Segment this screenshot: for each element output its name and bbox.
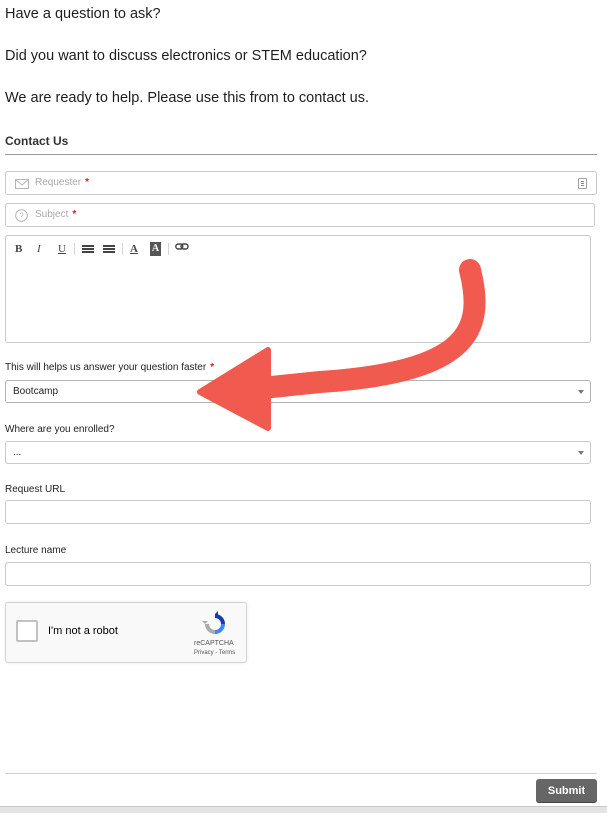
bold-button[interactable]: B (15, 242, 22, 256)
request-url-label: Request URL (5, 484, 66, 495)
chevron-down-icon (578, 390, 584, 394)
recaptcha-label: I'm not a robot (48, 625, 118, 637)
recaptcha-links[interactable]: Privacy - Terms (194, 650, 235, 656)
background-color-button[interactable]: A (150, 242, 161, 256)
link-icon[interactable] (175, 242, 189, 256)
text-color-button[interactable]: A (130, 242, 138, 256)
requester-placeholder: Requester * (35, 177, 90, 188)
contact-card-icon[interactable] (578, 178, 587, 189)
lecture-name-input[interactable] (5, 562, 591, 586)
envelope-icon (15, 177, 29, 191)
subject-placeholder: Subject * (35, 209, 77, 220)
help-dropdown-value: Bootcamp (13, 386, 59, 397)
subject-field[interactable]: ? Subject * (5, 203, 595, 227)
question-circle-icon: ? (15, 209, 29, 223)
recaptcha-widget: I'm not a robot reCAPTCHA Privacy - Term… (5, 602, 247, 663)
underline-button[interactable]: U (58, 242, 66, 256)
recaptcha-logo-icon (202, 611, 228, 637)
request-url-input[interactable] (5, 500, 591, 524)
bulleted-list-icon[interactable] (82, 242, 94, 256)
italic-button[interactable]: I (37, 242, 41, 256)
help-field-label: This will helps us answer your question … (5, 362, 215, 373)
submit-button[interactable]: Submit (536, 779, 597, 802)
numbered-list-icon[interactable] (103, 242, 115, 256)
footer-divider (5, 773, 597, 774)
chevron-down-icon (578, 451, 584, 455)
intro-text-2: Did you want to discuss electronics or S… (5, 48, 367, 64)
intro-text-3: We are ready to help. Please use this fr… (5, 90, 370, 106)
section-title: Contact Us (5, 134, 69, 148)
enrolled-field-label: Where are you enrolled? (5, 424, 115, 435)
toolbar-separator (74, 243, 75, 255)
help-dropdown[interactable]: Bootcamp (5, 380, 591, 403)
lecture-name-label: Lecture name (5, 545, 67, 556)
annotation-arrow (197, 259, 486, 431)
intro-text-1: Have a question to ask? (5, 6, 161, 22)
section-divider (5, 154, 597, 155)
recaptcha-checkbox[interactable] (16, 620, 38, 642)
requester-field[interactable]: Requester * (5, 171, 597, 195)
description-editor[interactable]: B I U A A (5, 235, 591, 343)
enrolled-dropdown-value: ... (13, 447, 22, 458)
svg-text:?: ? (19, 212, 24, 221)
enrolled-dropdown[interactable]: ... (5, 441, 591, 464)
recaptcha-brand: reCAPTCHA (194, 640, 234, 647)
toolbar-separator (168, 243, 169, 255)
toolbar-separator (122, 243, 123, 255)
